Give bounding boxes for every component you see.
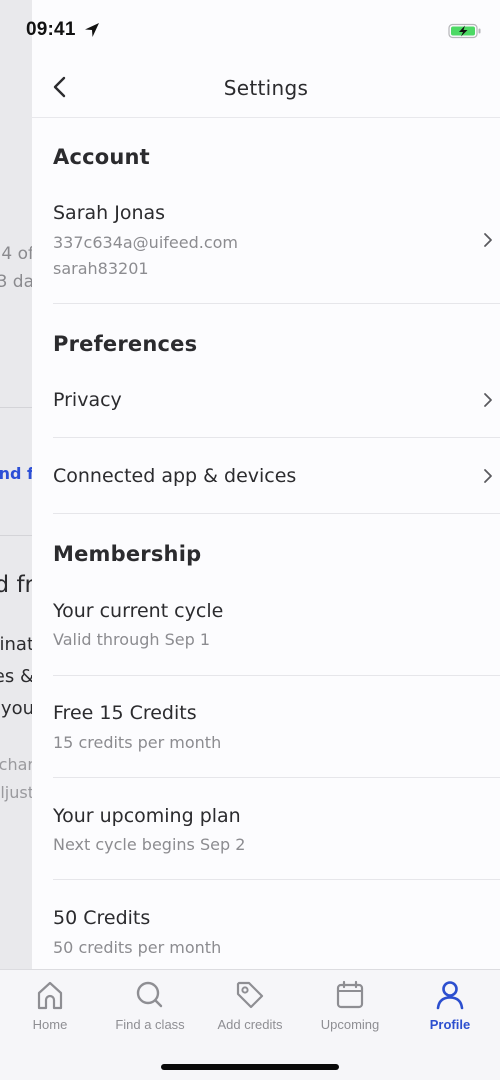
divider xyxy=(53,879,500,880)
battery-charging-icon xyxy=(448,23,481,39)
tab-label: Add credits xyxy=(217,1017,283,1032)
home-icon xyxy=(37,981,63,1010)
row-title: Free 15 Credits xyxy=(53,702,197,724)
row-title: Your current cycle xyxy=(53,600,224,622)
background-link: nd f xyxy=(0,464,32,483)
divider xyxy=(53,777,500,778)
row-subtitle: Next cycle begins Sep 2 xyxy=(53,835,246,854)
membership-item-current-plan[interactable]: Free 15 Credits 15 credits per month xyxy=(53,700,500,770)
settings-sheet: Settings Account Sarah Jonas 337c634a@ui… xyxy=(32,0,500,970)
tab-label: Find a class xyxy=(115,1017,185,1032)
location-arrow-icon xyxy=(85,23,99,37)
tab-upcoming[interactable]: Upcoming xyxy=(300,978,400,1042)
membership-item-upcoming-plan[interactable]: Your upcoming plan Next cycle begins Sep… xyxy=(53,803,500,873)
membership-item-upcoming-credits[interactable]: 50 Credits 50 credits per month xyxy=(53,905,500,969)
calendar-icon xyxy=(336,980,364,1009)
membership-item-current-cycle[interactable]: Your current cycle Valid through Sep 1 xyxy=(53,598,500,668)
preferences-item-connected-apps[interactable]: Connected app & devices xyxy=(53,456,500,512)
account-email: 337c634a@uifeed.com xyxy=(53,233,238,252)
tab-label: Upcoming xyxy=(320,1017,380,1032)
row-title: Your upcoming plan xyxy=(53,805,241,827)
divider xyxy=(53,513,500,514)
background-text: es & xyxy=(0,666,32,687)
chevron-right-icon xyxy=(484,469,492,483)
account-username: sarah83201 xyxy=(53,259,149,278)
background-text: 3 da xyxy=(0,272,32,292)
status-time: 09:41 xyxy=(26,19,76,40)
tab-home[interactable]: Home xyxy=(0,978,100,1042)
page-title: Settings xyxy=(223,76,309,100)
background-screen: 4 of 3 da nd f d fr inat es & you char l… xyxy=(0,0,32,970)
section-header-membership: Membership xyxy=(53,542,202,566)
background-divider xyxy=(0,535,32,536)
tag-icon xyxy=(236,981,264,1009)
navigation-bar: Settings xyxy=(32,58,500,118)
person-icon xyxy=(436,981,464,1010)
row-subtitle: 50 credits per month xyxy=(53,938,222,957)
row-title: 50 Credits xyxy=(53,907,151,929)
search-icon xyxy=(136,981,163,1008)
status-bar: 09:41 xyxy=(0,0,500,60)
tab-label: Profile xyxy=(429,1017,471,1032)
account-name: Sarah Jonas xyxy=(53,202,166,224)
background-text: you xyxy=(0,698,32,719)
tab-add-credits[interactable]: Add credits xyxy=(200,978,300,1042)
home-indicator[interactable] xyxy=(161,1064,339,1070)
preferences-item-privacy[interactable]: Privacy xyxy=(53,380,500,436)
divider xyxy=(53,437,500,438)
row-subtitle: Valid through Sep 1 xyxy=(53,630,211,649)
divider xyxy=(53,303,500,304)
section-header-account: Account xyxy=(53,145,150,169)
row-label: Connected app & devices xyxy=(53,465,297,487)
row-subtitle: 15 credits per month xyxy=(53,733,222,752)
tab-find-a-class[interactable]: Find a class xyxy=(100,978,200,1042)
section-header-preferences: Preferences xyxy=(53,332,198,356)
row-label: Privacy xyxy=(53,389,122,411)
background-text: inat xyxy=(0,634,32,655)
background-text: ljust xyxy=(0,783,32,802)
tab-profile[interactable]: Profile xyxy=(400,978,500,1042)
tab-label: Home xyxy=(32,1017,68,1032)
background-heading: d fr xyxy=(0,572,32,598)
background-text: 4 of xyxy=(1,244,32,264)
chevron-right-icon xyxy=(484,233,492,247)
chevron-right-icon xyxy=(484,393,492,407)
divider xyxy=(53,675,500,676)
background-text: char xyxy=(0,755,32,774)
account-row[interactable]: Sarah Jonas 337c634a@uifeed.com sarah832… xyxy=(53,200,500,300)
background-divider xyxy=(0,407,32,408)
tab-bar: Home Find a class Add credits Upcoming P… xyxy=(0,969,500,1080)
